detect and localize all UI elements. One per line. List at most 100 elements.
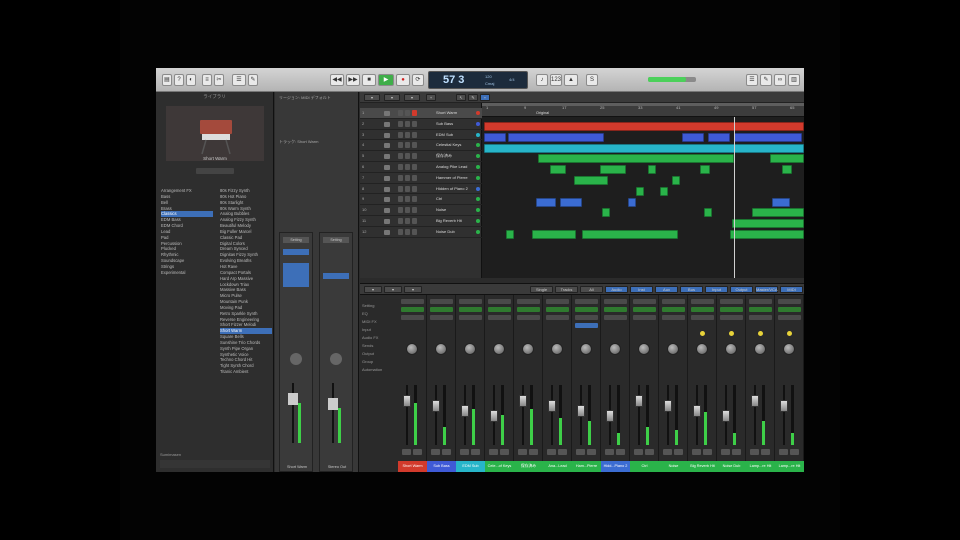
record-enable-button[interactable] (412, 185, 417, 192)
record-enable-button[interactable] (412, 164, 417, 170)
library-category-item[interactable]: Experimental (161, 270, 213, 276)
region[interactable] (484, 122, 804, 131)
mute-button[interactable] (398, 185, 403, 192)
channel-mute-button[interactable] (779, 449, 788, 455)
channel-solo-button[interactable] (732, 449, 741, 455)
channel-pan-knob[interactable] (464, 343, 476, 355)
mixer-filter-tab[interactable]: Bus (680, 286, 703, 293)
list-button[interactable]: ☰ (746, 74, 758, 86)
record-enable-button[interactable] (412, 218, 417, 224)
edit-menu-mixer[interactable]: ▾ (364, 286, 382, 293)
channel-volume-fader[interactable] (751, 395, 759, 407)
region[interactable] (508, 132, 604, 142)
strip-volume-fader[interactable] (288, 393, 298, 405)
arrange-area[interactable]: Original 1 9 17 25 33 41 49 57 65 (482, 103, 804, 278)
channel-setting-button[interactable] (546, 299, 569, 304)
rewind-button[interactable]: ◀◀ (330, 74, 344, 86)
channel-pan-knob[interactable] (696, 343, 708, 355)
track-header[interactable]: 2 Sub Bass (360, 119, 482, 130)
track-header[interactable]: 5 保存済み (360, 151, 482, 162)
track-header[interactable]: 12 Noise Dub (360, 227, 482, 238)
track-on-indicator[interactable] (476, 186, 480, 191)
channel-setting-button[interactable] (401, 299, 424, 304)
channel-setting-button[interactable] (488, 299, 511, 304)
region[interactable] (700, 165, 710, 175)
master-volume-slider[interactable] (648, 77, 696, 82)
note-pad-button[interactable]: ✎ (760, 74, 772, 86)
library-search-field[interactable] (196, 168, 234, 174)
region[interactable] (538, 154, 734, 164)
region[interactable] (484, 143, 804, 153)
record-enable-button[interactable] (412, 142, 417, 149)
channel-solo-button[interactable] (413, 449, 422, 455)
channel-eq-thumb[interactable] (430, 307, 453, 312)
library-button[interactable]: ▤ (162, 74, 172, 86)
channel-solo-button[interactable] (674, 449, 683, 455)
solo-button[interactable]: S (586, 74, 598, 86)
region[interactable] (752, 208, 804, 218)
channel-pan-knob[interactable] (609, 343, 621, 355)
region[interactable] (708, 132, 730, 142)
track-header[interactable]: 3 EDM Sub (360, 130, 482, 141)
mixer-filter-tab[interactable]: MIDI (780, 286, 803, 293)
record-button[interactable]: ● (396, 74, 410, 86)
channel-solo-button[interactable] (587, 449, 596, 455)
channel-eq-thumb[interactable] (401, 307, 424, 312)
channel-input-slot[interactable] (517, 315, 540, 320)
channel-setting-button[interactable] (662, 299, 685, 304)
channel-volume-fader[interactable] (403, 395, 411, 407)
channel-plugin-slot[interactable] (575, 323, 598, 328)
solo-button[interactable] (405, 120, 410, 127)
mute-button[interactable] (398, 153, 403, 160)
stop-button[interactable]: ■ (362, 74, 376, 86)
functions-menu[interactable]: ▾ (384, 94, 400, 101)
solo-button[interactable] (405, 142, 410, 149)
track-on-indicator[interactable] (476, 132, 480, 137)
channel-mute-button[interactable] (721, 449, 730, 455)
track-on-indicator[interactable] (476, 165, 480, 169)
channel-pan-knob[interactable] (725, 343, 737, 355)
region[interactable] (770, 154, 804, 164)
pointer-tool[interactable]: ↖ (456, 94, 466, 101)
channel-input-slot[interactable] (633, 315, 656, 320)
mixer-filter-tab[interactable]: Tracks (555, 286, 578, 293)
track-on-indicator[interactable] (476, 121, 480, 126)
channel-pan-knob[interactable] (783, 343, 795, 355)
channel-mute-button[interactable] (402, 449, 411, 455)
track-on-indicator[interactable] (476, 154, 480, 159)
channel-solo-button[interactable] (442, 449, 451, 455)
channel-pan-knob[interactable] (638, 343, 650, 355)
solo-button[interactable] (405, 153, 410, 160)
cycle-button[interactable]: ⟳ (412, 74, 424, 86)
mixer-filter-tab[interactable]: Inst (630, 286, 653, 293)
channel-mute-button[interactable] (692, 449, 701, 455)
region[interactable] (672, 176, 680, 185)
mute-button[interactable] (398, 207, 403, 214)
region[interactable] (582, 230, 678, 239)
channel-mute-button[interactable] (663, 449, 672, 455)
channel-solo-button[interactable] (703, 449, 712, 455)
channel-pan-knob[interactable] (406, 343, 418, 355)
channel-pan-knob[interactable] (551, 343, 563, 355)
channel-mute-button[interactable] (576, 449, 585, 455)
strip-instrument-slot[interactable] (283, 263, 309, 287)
mute-button[interactable] (398, 110, 403, 116)
mixer-filter-tab[interactable]: Input (705, 286, 728, 293)
view-menu[interactable]: ▾ (404, 94, 420, 101)
solo-button[interactable] (405, 207, 410, 214)
mixer-filter-tab[interactable]: Master/VCA (755, 286, 778, 293)
playhead[interactable] (734, 117, 735, 278)
region[interactable] (782, 165, 792, 175)
mute-button[interactable] (398, 164, 403, 170)
solo-button[interactable] (405, 185, 410, 192)
mute-button[interactable] (398, 142, 403, 149)
channel-pan-knob[interactable] (522, 343, 534, 355)
add-track-button[interactable]: + (426, 94, 436, 101)
bar-ruler[interactable]: Original 1 9 17 25 33 41 49 57 65 (482, 103, 804, 117)
track-inspector-title[interactable]: トラック: Short Warm (275, 139, 358, 145)
lcd-display[interactable]: 57 3 120 Cmaj 4/4 (428, 71, 528, 89)
solo-button[interactable] (405, 110, 410, 116)
track-header[interactable]: 1 Short Warm (360, 108, 482, 119)
channel-eq-thumb[interactable] (749, 307, 772, 312)
channel-solo-button[interactable] (616, 449, 625, 455)
